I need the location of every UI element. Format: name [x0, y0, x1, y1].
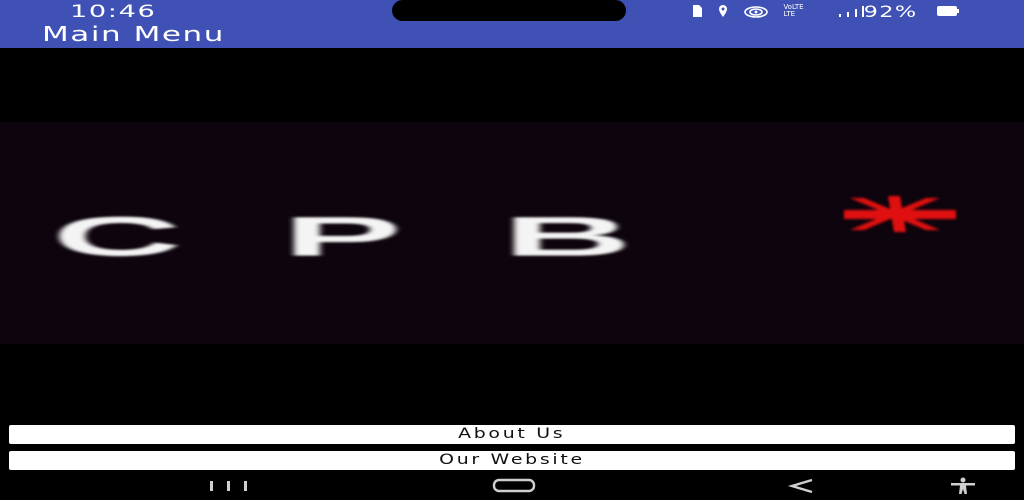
accessibility-button[interactable]: [948, 477, 978, 500]
network-indicator: VoLTE LTE: [783, 4, 823, 18]
status-bar: 10:46 VoLTE LTE 92%: [0, 0, 1024, 22]
accessibility-icon: [948, 477, 978, 500]
about-us-label: About Us: [458, 426, 566, 442]
logo-banner: CPB: [0, 122, 1024, 344]
asterisk-icon: [836, 196, 962, 237]
back-icon: [786, 478, 816, 499]
home-button[interactable]: [490, 478, 538, 498]
status-icons: VoLTE LTE 92%: [691, 1, 960, 21]
nav-bar: [0, 474, 1024, 500]
our-website-label: Our Website: [439, 452, 585, 468]
page-title: Main Menu: [42, 22, 225, 46]
back-button[interactable]: [786, 478, 816, 498]
sim-icon: [691, 4, 703, 18]
app-bar: Main Menu: [0, 22, 1024, 48]
logo-text: CPB: [52, 206, 733, 268]
hotspot-icon: [743, 4, 769, 18]
recent-apps-button[interactable]: [206, 478, 252, 498]
our-website-button[interactable]: Our Website: [9, 451, 1015, 470]
recent-apps-icon: [206, 479, 252, 498]
battery-percent: 92%: [864, 1, 918, 21]
battery-icon: [936, 5, 960, 17]
signal-icon: [837, 4, 865, 18]
location-icon: [717, 4, 729, 18]
network-line-2: LTE: [783, 10, 796, 18]
about-us-button[interactable]: About Us: [9, 425, 1015, 444]
home-icon: [490, 478, 538, 499]
main-menu-screen: 10:46 VoLTE LTE 92% Main Menu CPB About …: [0, 0, 1024, 500]
status-time: 10:46: [70, 2, 157, 22]
camera-notch: [392, 0, 626, 21]
